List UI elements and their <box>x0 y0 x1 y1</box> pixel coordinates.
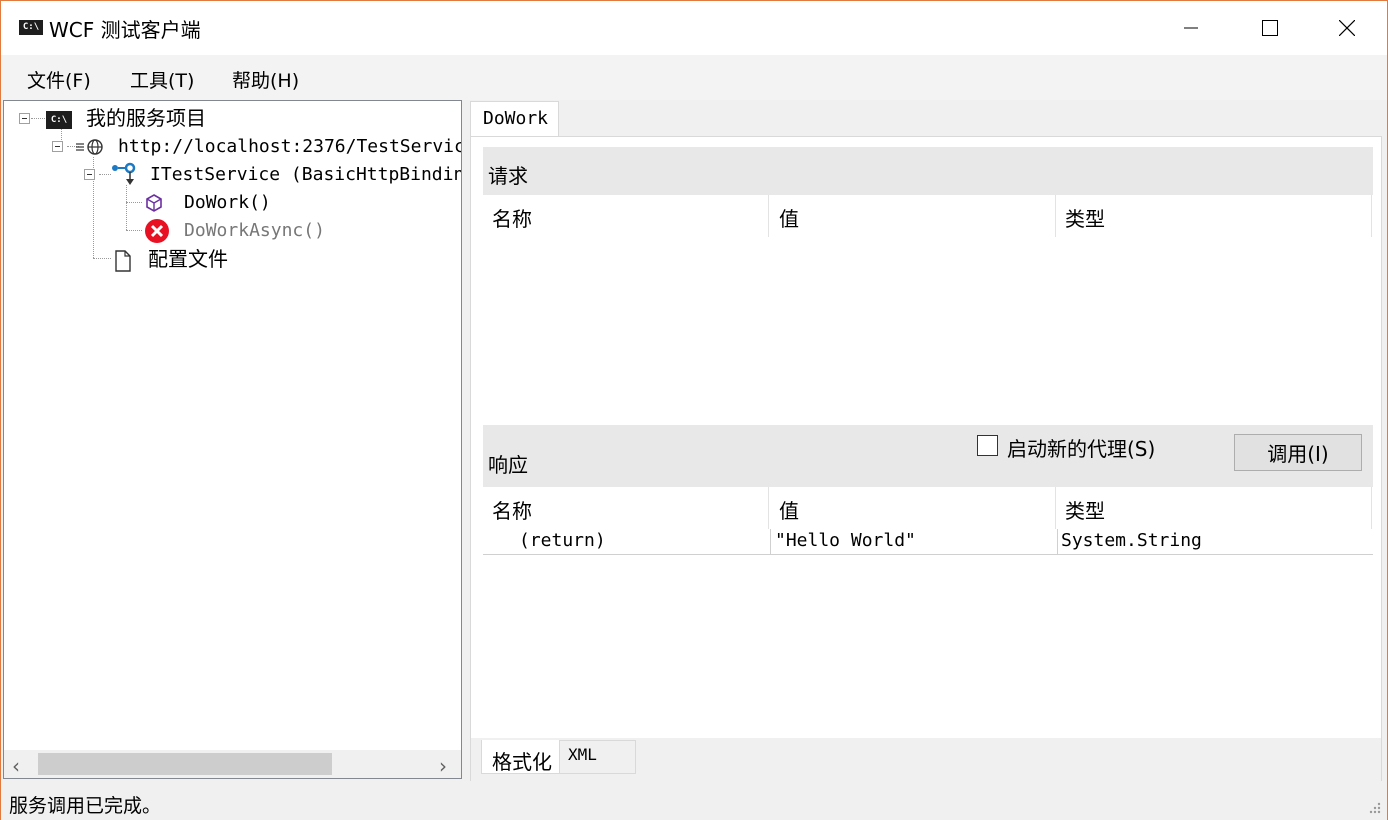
service-tree[interactable]: C:\ 我的服务项目 http://localhost:2376/TestSer… <box>3 100 462 779</box>
scrollbar-thumb[interactable] <box>38 753 332 775</box>
request-section-title: 请求 <box>483 147 1373 195</box>
title-bar[interactable]: C:\ WCF 测试客户端 <box>1 1 1387 55</box>
request-col-type: 类型 <box>1065 207 1105 231</box>
tab-formatted[interactable]: 格式化 <box>481 740 560 774</box>
config-file-label: 配置文件 <box>148 247 229 271</box>
menu-tools[interactable]: 工具(T) <box>130 66 194 93</box>
bottom-tab-strip: 格式化 XML <box>471 738 1381 781</box>
collapse-endpoint-toggle[interactable] <box>52 141 63 152</box>
status-bar: 服务调用已完成。 <box>1 785 1387 820</box>
response-cell-name: (return) <box>519 530 606 551</box>
tab-xml[interactable]: XML <box>560 740 636 774</box>
request-grid-header: 名称 值 类型 <box>483 195 1373 237</box>
table-row[interactable]: (return) "Hello World" System.String <box>483 529 1373 555</box>
console-icon: C:\ <box>46 110 72 129</box>
tree-horizontal-scrollbar[interactable]: ‹ › <box>4 750 461 778</box>
menu-file[interactable]: 文件(F) <box>27 66 91 93</box>
maximize-icon <box>1262 20 1278 36</box>
column-separator <box>768 487 769 529</box>
invoke-button[interactable]: 调用(I) <box>1234 434 1362 471</box>
contract-interface-icon <box>112 162 136 185</box>
response-grid[interactable]: (return) "Hello World" System.String <box>483 529 1373 737</box>
main-window: C:\ WCF 测试客户端 文件(F) 工具(T) 帮助(H) C:\ 我的服务… <box>0 0 1388 820</box>
contract-label: ITestService (BasicHttpBinding <box>150 164 462 185</box>
request-col-name: 名称 <box>492 207 532 231</box>
tree-connector <box>93 258 111 259</box>
operation-cube-icon <box>146 193 162 212</box>
response-col-type: 类型 <box>1065 499 1105 523</box>
column-separator <box>1055 195 1056 237</box>
column-separator <box>1055 487 1056 529</box>
tree-operation-doworkasync[interactable]: DoWorkAsync() <box>144 217 325 243</box>
tab-dowork[interactable]: DoWork <box>470 101 559 137</box>
response-cell-value: "Hello World" <box>775 530 916 551</box>
endpoint-globe-icon <box>76 138 103 155</box>
column-separator <box>1057 529 1058 555</box>
response-col-value: 值 <box>779 499 799 523</box>
response-col-name: 名称 <box>492 499 532 523</box>
endpoint-url: http://localhost:2376/TestService <box>118 136 462 157</box>
error-icon <box>145 218 169 243</box>
response-grid-header: 名称 值 类型 <box>483 487 1373 529</box>
operation-panel: DoWork 请求 名称 值 类型 响应 启动新的代理(S) 调用(I) 名称 … <box>467 100 1387 781</box>
tree-connector <box>126 202 142 203</box>
minimize-icon <box>1184 27 1198 29</box>
tree-operation-dowork[interactable]: DoWork() <box>144 189 271 215</box>
tree-connector <box>31 118 45 119</box>
request-col-value: 值 <box>779 207 799 231</box>
scroll-right-icon[interactable]: › <box>439 754 447 778</box>
minimize-button[interactable] <box>1151 1 1231 55</box>
tree-connector <box>126 230 142 231</box>
resize-grip-icon[interactable] <box>1367 800 1381 814</box>
window-title: WCF 测试客户端 <box>49 18 201 42</box>
status-text: 服务调用已完成。 <box>9 795 162 817</box>
column-separator <box>770 529 771 555</box>
tree-connector <box>126 185 127 230</box>
document-icon <box>115 249 131 272</box>
scroll-left-icon[interactable]: ‹ <box>12 754 20 778</box>
console-app-icon: C:\ <box>19 20 43 35</box>
collapse-root-toggle[interactable] <box>19 113 30 124</box>
tab-content: 请求 名称 值 类型 响应 启动新的代理(S) 调用(I) 名称 值 类型 (r… <box>470 136 1382 781</box>
tree-contract[interactable]: ITestService (BasicHttpBinding <box>110 161 462 187</box>
start-new-proxy-checkbox[interactable] <box>977 435 998 456</box>
operation-dowork-label: DoWork() <box>184 192 271 213</box>
tree-endpoint[interactable]: http://localhost:2376/TestService <box>74 133 462 159</box>
response-cell-type: System.String <box>1061 530 1202 551</box>
start-new-proxy-label[interactable]: 启动新的代理(S) <box>1007 433 1155 462</box>
tree-root-label: 我的服务项目 <box>86 106 207 130</box>
maximize-button[interactable] <box>1230 1 1310 55</box>
operation-doworkasync-label: DoWorkAsync() <box>184 220 325 241</box>
column-separator <box>768 195 769 237</box>
menu-bar: 文件(F) 工具(T) 帮助(H) <box>1 55 1387 100</box>
tree-root[interactable]: C:\ 我的服务项目 <box>46 105 206 131</box>
tree-config-file[interactable]: 配置文件 <box>114 246 228 272</box>
request-grid[interactable] <box>483 237 1373 425</box>
menu-help[interactable]: 帮助(H) <box>232 66 299 93</box>
collapse-contract-toggle[interactable] <box>84 169 95 180</box>
column-separator <box>1371 487 1372 529</box>
close-button[interactable] <box>1307 1 1387 55</box>
close-icon <box>1339 20 1355 36</box>
column-separator <box>1371 195 1372 237</box>
